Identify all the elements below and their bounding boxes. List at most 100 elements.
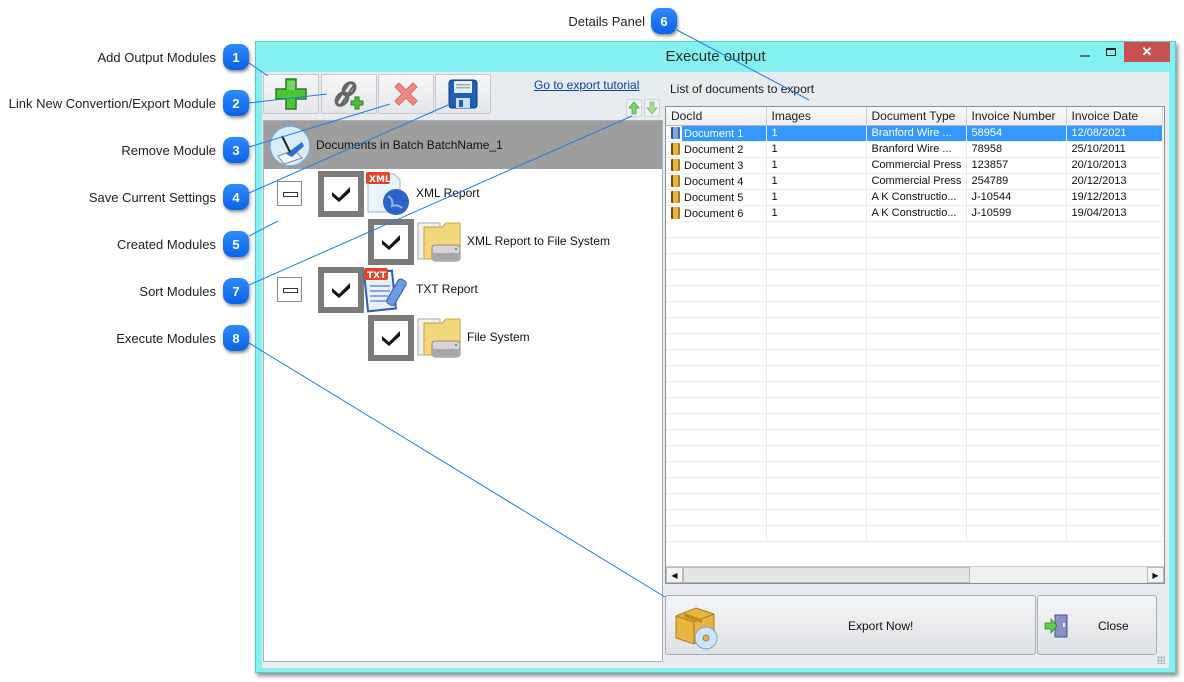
table-cell: J-10599 [966,205,1067,222]
table-cell [666,381,767,398]
table-cell [966,397,1067,414]
scrollbar-thumb[interactable] [683,567,970,583]
documents-table: DocId Images Document Type Invoice Numbe… [666,107,1163,542]
module-checkbox[interactable] [318,171,364,217]
cell-text: Document 6 [684,207,744,220]
table-cell [766,381,867,398]
table-cell [766,317,867,334]
txt-document-icon: TXT [362,268,407,313]
resize-grip[interactable] [1157,656,1165,664]
tree-node-label[interactable]: TXT Report [416,282,478,296]
table-cell [966,445,1067,462]
table-cell [666,509,767,526]
table-cell [666,317,767,334]
sort-up-button[interactable] [626,99,642,117]
module-checkbox[interactable] [368,219,414,265]
empty-table-row [666,221,1163,238]
module-checkbox[interactable] [318,267,364,313]
table-cell [966,285,1067,302]
table-cell [1066,269,1163,286]
cell-text: J-10599 [971,207,1012,219]
table-cell: Document 4 [666,173,767,190]
tree-root-node[interactable]: Documents in Batch BatchName_1 [264,121,662,169]
cell-text: 1 [771,127,778,139]
empty-table-row [666,301,1163,318]
table-cell [1066,445,1163,462]
cell-text: 58954 [971,127,1003,139]
callout-label-5: Created Modules [117,237,216,252]
link-module-button[interactable] [321,74,377,114]
table-cell: 78958 [966,141,1067,158]
table-row[interactable]: Document 6 1 A K Constructio... J-10599 19/0… [666,205,1163,222]
table-cell [666,237,767,254]
column-header-docid[interactable]: DocId [666,107,767,126]
column-header-invoice-number[interactable]: Invoice Number [966,107,1067,126]
cell-text: A K Constructio... [871,207,957,219]
cell-text: Document 2 [684,143,744,156]
table-row[interactable]: Document 4 1 Commercial Press 254789 20/12/2… [666,173,1163,190]
folder-drive-icon [417,318,461,358]
table-cell [766,413,867,430]
table-cell: 19/04/2013 [1066,205,1163,222]
table-cell [866,397,967,414]
horizontal-scrollbar[interactable]: ◀ ▶ [666,566,1164,583]
save-settings-button[interactable] [435,74,491,114]
sort-down-button[interactable] [644,99,660,117]
document-icon [671,174,680,187]
export-tutorial-link[interactable]: Go to export tutorial [534,78,639,92]
table-row[interactable]: Document 5 1 A K Constructio... J-10544 19/1… [666,189,1163,206]
table-cell [766,349,867,366]
add-output-module-button[interactable] [263,74,319,114]
export-now-button[interactable]: Export Now! [665,595,1036,655]
table-cell [1066,413,1163,430]
collapse-toggle[interactable] [277,277,302,302]
table-cell [866,221,967,238]
maximize-button[interactable] [1098,42,1124,62]
table-cell [966,237,1067,254]
table-row[interactable]: Document 3 1 Commercial Press 123857 20/10/2… [666,157,1163,174]
tree-node-label[interactable]: XML Report to File System [467,234,610,248]
table-row[interactable]: Document 1 1 Branford Wire ... 58954 12/08/2… [666,125,1163,142]
table-cell [1066,461,1163,478]
table-cell [966,429,1067,446]
module-checkbox[interactable] [368,315,414,361]
table-cell [766,509,867,526]
table-cell [1066,509,1163,526]
cell-text: 254789 [971,175,1009,187]
table-cell [766,253,867,270]
table-cell: 20/10/2013 [1066,157,1163,174]
table-cell [766,221,867,238]
table-cell [666,365,767,382]
table-row[interactable]: Document 2 1 Branford Wire ... 78958 25/10/2… [666,141,1163,158]
table-header-row: DocId Images Document Type Invoice Numbe… [666,107,1163,126]
table-cell [666,477,767,494]
execute-output-window: Execute output ✕ Go to export tutorial D… [255,41,1176,673]
table-cell [1066,525,1163,542]
scroll-right-button[interactable]: ▶ [1147,567,1164,583]
green-plus-icon [275,78,307,110]
table-cell [766,285,867,302]
table-cell [866,333,967,350]
table-cell [866,381,967,398]
table-cell [766,397,867,414]
minimize-button[interactable] [1072,42,1098,62]
window-client-area: Go to export tutorial Documents in Batch… [262,72,1169,668]
tree-node-label[interactable]: File System [467,330,530,344]
column-header-document-type[interactable]: Document Type [866,107,967,126]
documents-grid[interactable]: DocId Images Document Type Invoice Numbe… [665,106,1165,584]
column-header-invoice-date[interactable]: Invoice Date [1066,107,1163,126]
collapse-toggle[interactable] [277,181,302,206]
table-cell: 12/08/2021 [1066,125,1163,142]
callout-badge-5: 5 [223,231,249,257]
table-cell: Document 1 [666,125,767,142]
remove-module-button[interactable] [378,74,434,114]
title-bar[interactable]: Execute output ✕ [256,42,1175,72]
close-window-button[interactable]: ✕ [1124,42,1170,62]
column-header-images[interactable]: Images [766,107,867,126]
table-cell [866,461,967,478]
table-cell [866,349,967,366]
tree-node-label[interactable]: XML Report [416,186,480,200]
scroll-left-button[interactable]: ◀ [666,567,683,583]
close-button[interactable]: Close [1037,595,1157,655]
checkmark-icon [382,235,400,250]
